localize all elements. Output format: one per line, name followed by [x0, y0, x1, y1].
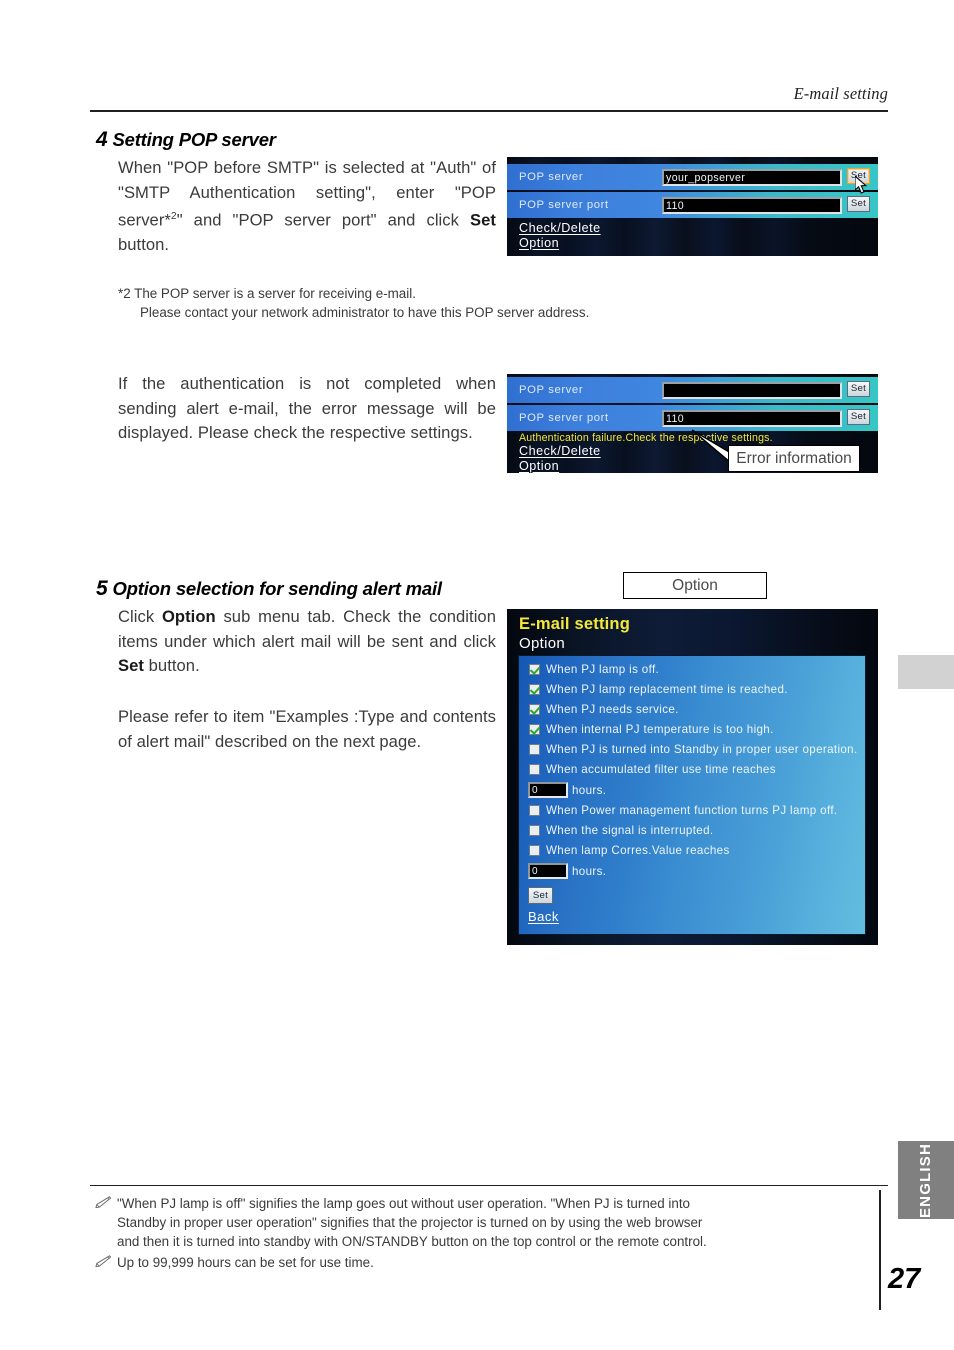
pop-server-input-value: your_popserver: [666, 172, 746, 184]
mouse-cursor-icon: [855, 176, 868, 194]
screenshot-option: E-mail setting Option When PJ lamp is of…: [507, 609, 878, 945]
option-item-8[interactable]: When lamp Corres.Value reaches: [529, 844, 730, 857]
option-item-1[interactable]: When PJ lamp replacement time is reached…: [529, 683, 788, 696]
option-item-label-6: When Power management function turns PJ …: [546, 804, 838, 817]
pop-server-port-label: POP server port: [519, 199, 609, 211]
checkbox-icon-3[interactable]: [529, 724, 540, 735]
step-5-body: Click Option sub menu tab. Check the con…: [118, 607, 496, 676]
pencil-icon-2: [95, 1255, 111, 1267]
step-5-body-2: Please refer to item "Examples :Type and…: [118, 707, 496, 751]
option-item-label-1: When PJ lamp replacement time is reached…: [546, 683, 788, 696]
pop-server-port-set-button[interactable]: Set: [847, 409, 870, 425]
step-4-body: When "POP before SMTP" is selected at "A…: [118, 158, 496, 255]
checkbox-icon-2[interactable]: [529, 704, 540, 715]
checkbox-icon-1[interactable]: [529, 684, 540, 695]
option-item-label-7: When the signal is interrupted.: [546, 824, 714, 837]
option-item-label-4: When PJ is turned into Standby in proper…: [546, 743, 858, 756]
callout-error-information: Error information: [728, 445, 860, 472]
option-item-2[interactable]: When PJ needs service.: [529, 703, 679, 716]
pop-server-port-input[interactable]: [662, 410, 842, 427]
callout-option: Option: [623, 572, 767, 599]
option-item-0[interactable]: When PJ lamp is off.: [529, 663, 659, 676]
error-paragraph: If the authentication is not completed w…: [118, 374, 496, 443]
pop-server-input[interactable]: [662, 382, 842, 399]
pop-server-port-set-button[interactable]: Set: [847, 196, 870, 212]
footnote-line-2: Please contact your network administrato…: [140, 305, 590, 320]
note-0-line-3: and then it is turned into standby with …: [117, 1234, 707, 1249]
checkbox-icon-0[interactable]: [529, 664, 540, 675]
link-check-delete[interactable]: Check/Delete: [519, 444, 601, 458]
page-vertical-rule: [879, 1190, 881, 1310]
pop-server-label: POP server: [519, 171, 584, 183]
lamp-hours-label: hours.: [572, 865, 607, 878]
option-item-label-3: When internal PJ temperature is too high…: [546, 723, 774, 736]
link-option[interactable]: Option: [519, 236, 559, 250]
option-item-label-2: When PJ needs service.: [546, 703, 679, 716]
pop-server-port-input[interactable]: [662, 197, 842, 214]
language-tab: ENGLISH: [898, 1141, 954, 1219]
screenshot-pop-server: POP server your_popserver Set POP server…: [507, 157, 878, 256]
option-item-label-8: When lamp Corres.Value reaches: [546, 844, 730, 857]
link-option[interactable]: Option: [519, 459, 559, 473]
option-list-container: When PJ lamp is off. When PJ lamp replac…: [518, 655, 866, 935]
step-4-heading: 4 Setting POP server: [96, 128, 276, 152]
footnote-line-1: *2 The POP server is a server for receiv…: [118, 286, 416, 301]
note-0-line-1: "When PJ lamp is off" signifies the lamp…: [117, 1196, 690, 1211]
option-item-6[interactable]: When Power management function turns PJ …: [529, 804, 837, 817]
header-divider: [90, 110, 888, 112]
option-item-label-5: When accumulated filter use time reaches: [546, 763, 776, 776]
option-item-label-0: When PJ lamp is off.: [546, 663, 660, 676]
page-header: E-mail setting: [90, 84, 888, 104]
checkbox-icon-4[interactable]: [529, 744, 540, 755]
option-item-7[interactable]: When the signal is interrupted.: [529, 824, 713, 837]
footer-divider: [90, 1185, 888, 1187]
page-number: 27: [888, 1263, 921, 1295]
note-1-line-1: Up to 99,999 hours can be set for use ti…: [117, 1255, 374, 1270]
language-tab-label: ENGLISH: [917, 1142, 935, 1218]
note-1: Up to 99,999 hours can be set for use ti…: [117, 1253, 879, 1272]
step-4-title: Setting POP server: [112, 129, 276, 150]
step-5-number: 5: [96, 577, 108, 600]
option-item-5[interactable]: When accumulated filter use time reaches: [529, 763, 776, 776]
pop-server-port-input-value: 110: [666, 200, 685, 212]
footnote-pop-server: *2 The POP server is a server for receiv…: [118, 284, 758, 322]
option-set-button[interactable]: Set: [528, 887, 553, 904]
pop-server-port-label: POP server port: [519, 412, 609, 424]
option-panel-title: E-mail setting: [519, 615, 630, 633]
pop-server-set-button[interactable]: Set: [847, 381, 870, 397]
pencil-icon: [95, 1196, 111, 1208]
step-5-title: Option selection for sending alert mail: [112, 578, 442, 599]
filter-hours-label: hours.: [572, 784, 607, 797]
step-4-number: 4: [96, 128, 108, 151]
checkbox-icon-5[interactable]: [529, 764, 540, 775]
checkbox-icon-6[interactable]: [529, 805, 540, 816]
filter-hours-value: 0: [532, 785, 538, 796]
checkbox-icon-8[interactable]: [529, 845, 540, 856]
note-0: "When PJ lamp is off" signifies the lamp…: [117, 1194, 879, 1251]
header-title: E-mail setting: [793, 84, 888, 103]
option-back-link[interactable]: Back: [528, 909, 559, 924]
option-panel-subtitle: Option: [519, 635, 565, 652]
side-section-marker: [898, 655, 954, 689]
step-5-heading: 5 Option selection for sending alert mail: [96, 577, 442, 601]
lamp-hours-value: 0: [532, 866, 538, 877]
note-0-line-2: Standby in proper user operation" signif…: [117, 1215, 703, 1230]
link-check-delete[interactable]: Check/Delete: [519, 221, 601, 235]
checkbox-icon-7[interactable]: [529, 825, 540, 836]
pop-server-label: POP server: [519, 384, 584, 396]
pop-server-port-input-value: 110: [666, 413, 685, 425]
option-item-3[interactable]: When internal PJ temperature is too high…: [529, 723, 774, 736]
option-item-4[interactable]: When PJ is turned into Standby in proper…: [529, 743, 858, 756]
